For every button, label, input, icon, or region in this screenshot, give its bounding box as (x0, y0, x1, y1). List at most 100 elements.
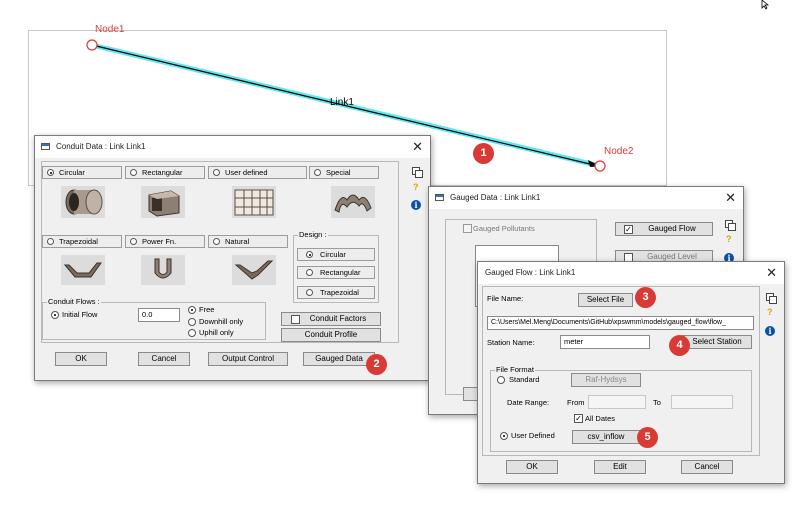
copy-icon[interactable] (412, 167, 423, 178)
conduit-factors-button[interactable]: Conduit Factors (281, 312, 381, 326)
trapezoidal-channel-icon[interactable] (61, 255, 105, 285)
shape-rectangular-tab[interactable]: Rectangular (125, 166, 205, 179)
conduit-profile-button[interactable]: Conduit Profile (281, 328, 381, 342)
close-icon[interactable]: ✕ (766, 265, 777, 281)
edit-button[interactable]: Edit (594, 460, 646, 474)
from-date-input[interactable] (588, 395, 646, 409)
file-name-label: File Name: (487, 294, 524, 303)
shape-circular-tab[interactable]: Circular (42, 166, 122, 179)
help-icon[interactable]: ? (767, 307, 773, 317)
power-function-channel-icon[interactable] (141, 255, 185, 285)
radio-icon (306, 251, 313, 258)
initial-flow-input[interactable]: 0.0 (138, 308, 180, 322)
gauged-flow-side-toolbar: ? i (762, 284, 780, 344)
design-label: Design : (298, 230, 328, 239)
special-shape-icon[interactable] (331, 186, 375, 218)
radio-icon (306, 269, 313, 276)
help-icon[interactable]: ? (413, 182, 419, 192)
design-option-label: Rectangular (320, 268, 361, 277)
design-circular-option[interactable]: Circular (297, 248, 375, 261)
gauged-flow-ok-button[interactable]: OK (506, 460, 558, 474)
mouse-cursor-icon (761, 0, 770, 10)
output-control-button[interactable]: Output Control (208, 352, 288, 366)
user-defined-shape-icon[interactable] (232, 186, 276, 218)
to-date-input[interactable] (671, 395, 733, 409)
csv-inflow-button[interactable]: csv_inflow (572, 430, 640, 444)
info-icon[interactable]: i (765, 326, 775, 336)
conduit-data-dialog: Conduit Data : Link Link1 ✕ Circular Rec… (34, 135, 431, 381)
gauged-pollutants-label: Gauged Pollutants (473, 224, 535, 233)
copy-icon[interactable] (725, 220, 736, 231)
callout-badge-2: 2 (366, 354, 387, 375)
window-icon (435, 194, 444, 201)
free-flow-radio[interactable] (188, 306, 196, 314)
date-range-label: Date Range: (507, 398, 550, 407)
user-defined-radio[interactable] (500, 432, 508, 440)
gauged-flow-label: Gauged Flow (648, 224, 696, 233)
gauged-data-title: Gauged Data : Link Link1 (450, 193, 541, 202)
shape-label: Circular (59, 168, 85, 177)
radio-icon (47, 238, 54, 245)
to-label: To (653, 398, 661, 407)
callout-badge-4: 4 (669, 335, 690, 356)
shape-label: Special (326, 168, 351, 177)
gauged-data-button[interactable]: Gauged Data (303, 352, 375, 366)
select-station-button[interactable]: Select Station (682, 335, 752, 349)
link-label: Link1 (330, 97, 354, 108)
help-icon[interactable]: ? (726, 234, 732, 244)
cancel-button[interactable]: Cancel (138, 352, 190, 366)
gauged-data-titlebar[interactable]: Gauged Data : Link Link1 ✕ (429, 187, 743, 209)
circular-pipe-icon[interactable] (61, 186, 105, 218)
file-path-input[interactable]: C:\Users\Mel.Meng\Documents\GitHub\xpswm… (487, 316, 754, 330)
radio-icon (130, 169, 137, 176)
gauged-data-side-toolbar: ? i (721, 209, 739, 269)
from-label: From (567, 398, 585, 407)
radio-icon (314, 169, 321, 176)
ok-button[interactable]: OK (55, 352, 107, 366)
close-icon[interactable]: ✕ (725, 190, 736, 206)
callout-badge-1: 1 (473, 143, 494, 164)
design-trapezoidal-option[interactable]: Trapezoidal (297, 286, 375, 299)
user-defined-label: User Defined (511, 431, 555, 440)
radio-icon (130, 238, 137, 245)
radio-icon (306, 289, 313, 296)
standard-radio[interactable] (497, 376, 505, 384)
callout-badge-5: 5 (637, 427, 658, 448)
shape-label: Trapezoidal (59, 237, 98, 246)
all-dates-label: All Dates (585, 414, 616, 423)
shape-power-fn-tab[interactable]: Power Fn. (125, 235, 205, 248)
downhill-only-radio[interactable] (188, 318, 196, 326)
select-file-button[interactable]: Select File (578, 293, 633, 307)
gauged-pollutants-checkbox[interactable] (463, 224, 472, 233)
downhill-only-label: Downhill only (199, 317, 244, 326)
natural-channel-icon[interactable] (232, 255, 276, 285)
station-name-input[interactable]: meter (560, 335, 650, 349)
initial-flow-radio[interactable] (51, 311, 59, 319)
all-dates-checkbox[interactable]: ✓ (574, 414, 583, 423)
shape-natural-tab[interactable]: Natural (208, 235, 288, 248)
conduit-side-toolbar: ? i (408, 158, 426, 358)
radio-icon (47, 169, 54, 176)
gauged-flow-titlebar[interactable]: Gauged Flow : Link Link1 ✕ (478, 262, 784, 284)
rectangular-conduit-icon[interactable] (141, 186, 185, 218)
uphill-only-radio[interactable] (188, 329, 196, 337)
gauged-flow-toggle[interactable]: ✓ Gauged Flow (615, 222, 713, 236)
shape-user-defined-tab[interactable]: User defined (208, 166, 307, 179)
shape-label: Natural (225, 237, 250, 246)
station-name-label: Station Name: (487, 338, 535, 347)
checkbox-icon (291, 315, 300, 324)
conduit-dialog-title: Conduit Data : Link Link1 (56, 142, 146, 151)
gauged-flow-dialog: Gauged Flow : Link Link1 ✕ File Name: Se… (477, 261, 785, 484)
close-icon[interactable]: ✕ (412, 139, 423, 155)
raf-hydsys-button[interactable]: Raf-Hydsys (571, 373, 641, 387)
shape-label: User defined (225, 168, 268, 177)
uphill-only-label: Uphill only (199, 328, 234, 337)
info-icon[interactable]: i (411, 200, 421, 210)
copy-icon[interactable] (766, 293, 777, 304)
design-rectangular-option[interactable]: Rectangular (297, 266, 375, 279)
shape-trapezoidal-tab[interactable]: Trapezoidal (42, 235, 122, 248)
shape-special-tab[interactable]: Special (309, 166, 379, 179)
gauged-flow-cancel-button[interactable]: Cancel (681, 460, 733, 474)
checkbox-checked-icon: ✓ (624, 225, 633, 234)
conduit-dialog-titlebar[interactable]: Conduit Data : Link Link1 ✕ (35, 136, 430, 158)
